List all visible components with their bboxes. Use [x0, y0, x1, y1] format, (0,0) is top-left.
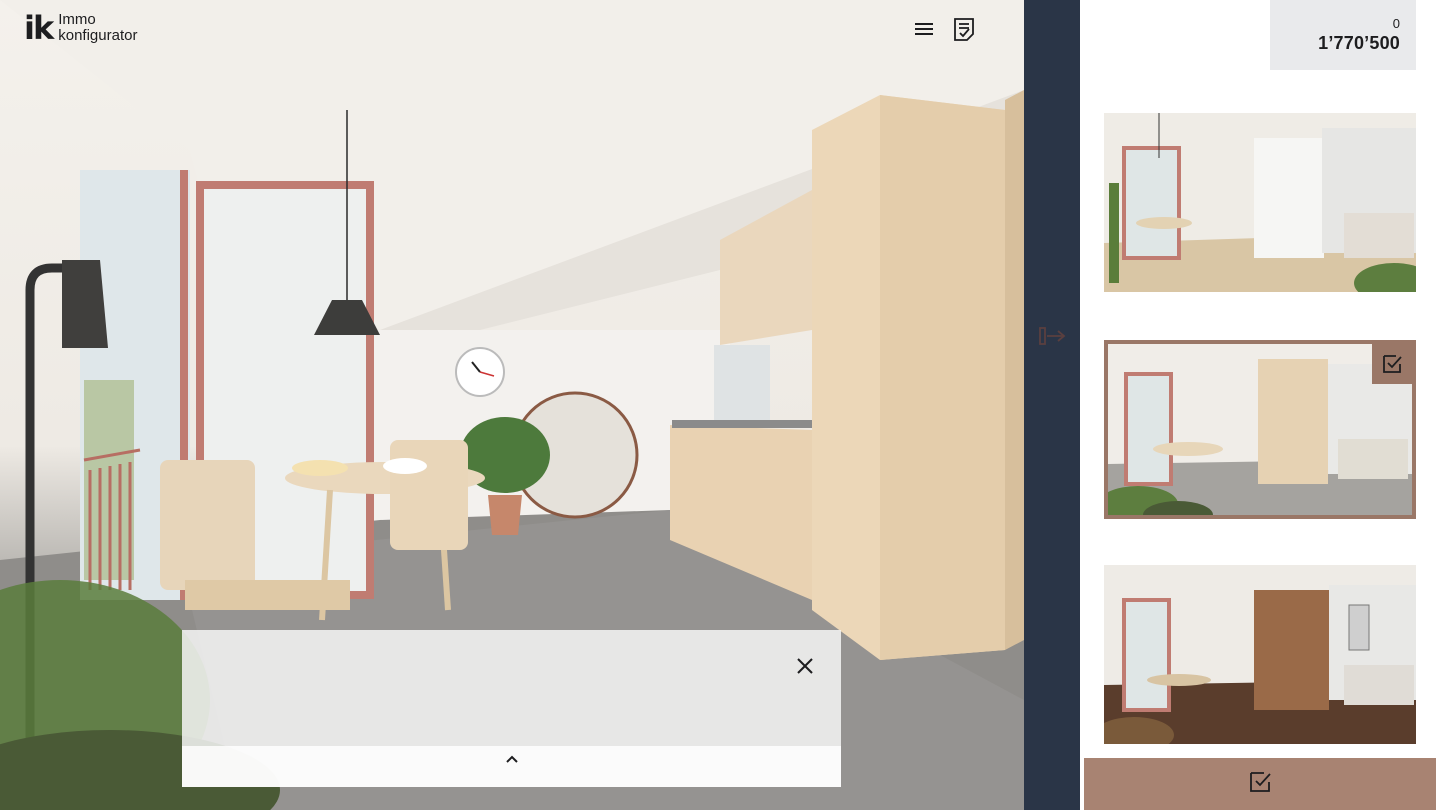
price-summary: 0 1’770’500	[1270, 0, 1416, 70]
collapse-arrow-icon[interactable]	[1038, 324, 1068, 348]
confirm-selection-button[interactable]	[1084, 758, 1436, 810]
brand-mark: ik	[24, 9, 54, 47]
chevron-up-icon[interactable]	[502, 750, 522, 768]
price-total: 1’770’500	[1318, 33, 1400, 53]
info-panel	[182, 630, 841, 787]
variant-sidebar: 0 1’770’500	[1080, 0, 1440, 810]
checklist-icon[interactable]	[951, 16, 977, 42]
selection-count: 0	[1392, 16, 1400, 31]
sidebar-divider	[1024, 0, 1080, 810]
variant-thumbnail-1[interactable]	[1104, 113, 1416, 292]
variant-image-3	[1104, 565, 1416, 744]
brand-logo[interactable]: ik Immo konfigurator	[24, 9, 137, 47]
brand-wordmark: Immo konfigurator	[58, 12, 137, 44]
selected-check-icon	[1372, 344, 1412, 384]
close-icon[interactable]	[795, 656, 815, 676]
app-root: ik Immo konfigurator 0 1’770’500	[0, 0, 1440, 810]
brand-line-2: konfigurator	[58, 27, 138, 44]
room-render-viewer[interactable]: ik Immo konfigurator	[0, 0, 1024, 810]
menu-icon[interactable]	[911, 16, 937, 42]
variant-thumbnail-3[interactable]	[1104, 565, 1416, 744]
checkbox-check-icon	[1247, 769, 1273, 800]
variant-thumbnail-2[interactable]	[1104, 340, 1416, 519]
variant-image-1	[1104, 113, 1416, 292]
variant-image-2	[1108, 344, 1412, 515]
brand-line-1: Immo	[58, 11, 96, 28]
